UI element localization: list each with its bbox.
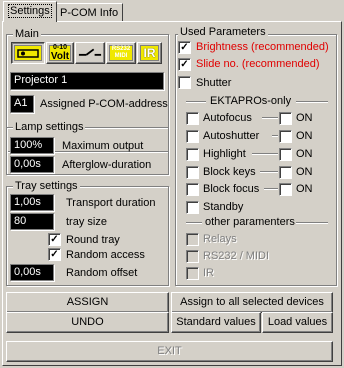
random-offset-field[interactable]: 0,00s — [10, 264, 54, 281]
ektapro-section-title: EKTAPROs-only — [210, 95, 292, 107]
used-parameters-title: Used Parameters — [178, 26, 268, 38]
block-keys-on-checkbox[interactable] — [279, 166, 292, 179]
shutter-checkbox[interactable] — [178, 76, 191, 89]
checkmark-icon: ✓ — [180, 59, 189, 70]
afterglow-field[interactable]: 0,00s — [10, 156, 54, 173]
afterglow-label: Afterglow-duration — [62, 159, 152, 171]
multi-icon: RS232 MIDI — [109, 45, 133, 61]
highlight-checkbox[interactable] — [186, 148, 199, 161]
block-keys-checkbox[interactable] — [186, 166, 199, 179]
brightness-checkbox[interactable]: ✓ — [178, 41, 191, 54]
block-keys-on-label: ON — [296, 166, 313, 178]
address-field[interactable]: A1 — [10, 95, 34, 113]
undo-button[interactable]: UNDO — [6, 312, 169, 333]
highlight-on-label: ON — [296, 148, 313, 160]
divider — [186, 101, 206, 103]
assign-button[interactable]: ASSIGN — [6, 292, 169, 313]
highlight-label: Highlight — [203, 148, 246, 160]
volt-text: Volt — [50, 51, 70, 62]
tray-size-label: tray size — [66, 216, 107, 228]
round-tray-checkbox[interactable]: ✓ — [48, 233, 61, 246]
standard-values-button[interactable]: Standard values — [171, 312, 261, 333]
volt-button[interactable]: 0-10 Volt — [46, 42, 74, 64]
autofocus-checkbox[interactable] — [186, 112, 199, 125]
tab-pcom-info[interactable]: P-COM Info — [55, 3, 124, 22]
standby-label: Standby — [203, 201, 244, 213]
block-focus-label: Block focus — [203, 183, 260, 195]
lamp-group-title: Lamp settings — [13, 121, 86, 133]
volt-icon: 0-10 Volt — [49, 44, 71, 62]
block-focus-checkbox[interactable] — [186, 183, 199, 196]
connector-line — [272, 135, 278, 137]
divider — [186, 222, 202, 224]
autofocus-label: Autofocus — [203, 112, 252, 124]
random-offset-label: Random offset — [66, 267, 138, 279]
ir-button[interactable]: IR — [137, 42, 162, 64]
tray-size-field[interactable]: 80 — [10, 213, 54, 230]
tab-settings[interactable]: Settings — [3, 1, 57, 22]
max-output-field[interactable]: 100% — [10, 137, 54, 154]
rs232-checkbox — [186, 250, 199, 263]
projector-name-field[interactable]: Projector 1 — [10, 72, 164, 90]
tray-group-title: Tray settings — [13, 180, 80, 192]
transport-duration-field[interactable]: 1,00s — [10, 194, 54, 211]
random-access-checkbox[interactable]: ✓ — [48, 248, 61, 261]
tab-pcom-info-label: P-COM Info — [60, 7, 119, 19]
ir-icon: IR — [140, 45, 159, 61]
ir-label: IR — [203, 267, 214, 279]
autofocus-on-checkbox[interactable] — [279, 112, 292, 125]
block-focus-on-label: ON — [296, 183, 313, 195]
divider — [296, 222, 328, 224]
checkmark-icon: ✓ — [50, 249, 59, 260]
brightness-label: Brightness (recommended) — [196, 41, 329, 53]
shutter-label: Shutter — [196, 77, 232, 89]
checkmark-icon: ✓ — [50, 234, 59, 245]
connector-line — [262, 117, 278, 119]
autoshutter-on-label: ON — [296, 130, 313, 142]
highlight-on-checkbox[interactable] — [279, 148, 292, 161]
block-focus-on-checkbox[interactable] — [279, 183, 292, 196]
block-keys-label: Block keys — [203, 166, 256, 178]
standby-checkbox[interactable] — [186, 201, 199, 214]
autoshutter-checkbox[interactable] — [186, 130, 199, 143]
checkmark-icon: ✓ — [180, 42, 189, 53]
autoshutter-on-checkbox[interactable] — [279, 130, 292, 143]
relays-checkbox — [186, 233, 199, 246]
assign-all-button[interactable]: Assign to all selected devices — [171, 292, 333, 313]
load-values-button[interactable]: Load values — [262, 312, 333, 333]
ir-checkbox — [186, 267, 199, 280]
autoshutter-label: Autoshutter — [203, 130, 260, 142]
relays-label: Relays — [203, 233, 237, 245]
projector-icon — [14, 45, 42, 61]
main-group-title: Main — [13, 28, 41, 40]
address-label: Assigned P-COM-address — [40, 98, 168, 110]
round-tray-label: Round tray — [66, 234, 120, 246]
switch-icon — [78, 45, 102, 61]
slide-no-label: Slide no. (recommended) — [196, 58, 320, 70]
autofocus-on-label: ON — [296, 112, 313, 124]
divider — [296, 101, 328, 103]
slide-no-checkbox[interactable]: ✓ — [178, 58, 191, 71]
connector-line — [264, 188, 278, 190]
other-section-title: other paramenters — [205, 216, 295, 228]
multi-button[interactable]: RS232 MIDI — [106, 42, 136, 64]
ir-icon-text: IR — [143, 46, 156, 60]
exit-button: EXIT — [6, 341, 333, 362]
tab-settings-label: Settings — [8, 4, 52, 18]
multi-bottom-text: MIDI — [114, 53, 128, 59]
switch-button[interactable] — [75, 42, 105, 64]
random-access-label: Random access — [66, 249, 145, 261]
multi-top-text: RS232 — [111, 46, 131, 52]
projector-button[interactable] — [11, 42, 45, 64]
connector-line — [260, 171, 278, 173]
transport-duration-label: Transport duration — [66, 197, 156, 209]
connector-line — [252, 153, 278, 155]
max-output-label: Maximum output — [62, 140, 144, 152]
rs232-label: RS232 / MIDI — [203, 250, 270, 262]
